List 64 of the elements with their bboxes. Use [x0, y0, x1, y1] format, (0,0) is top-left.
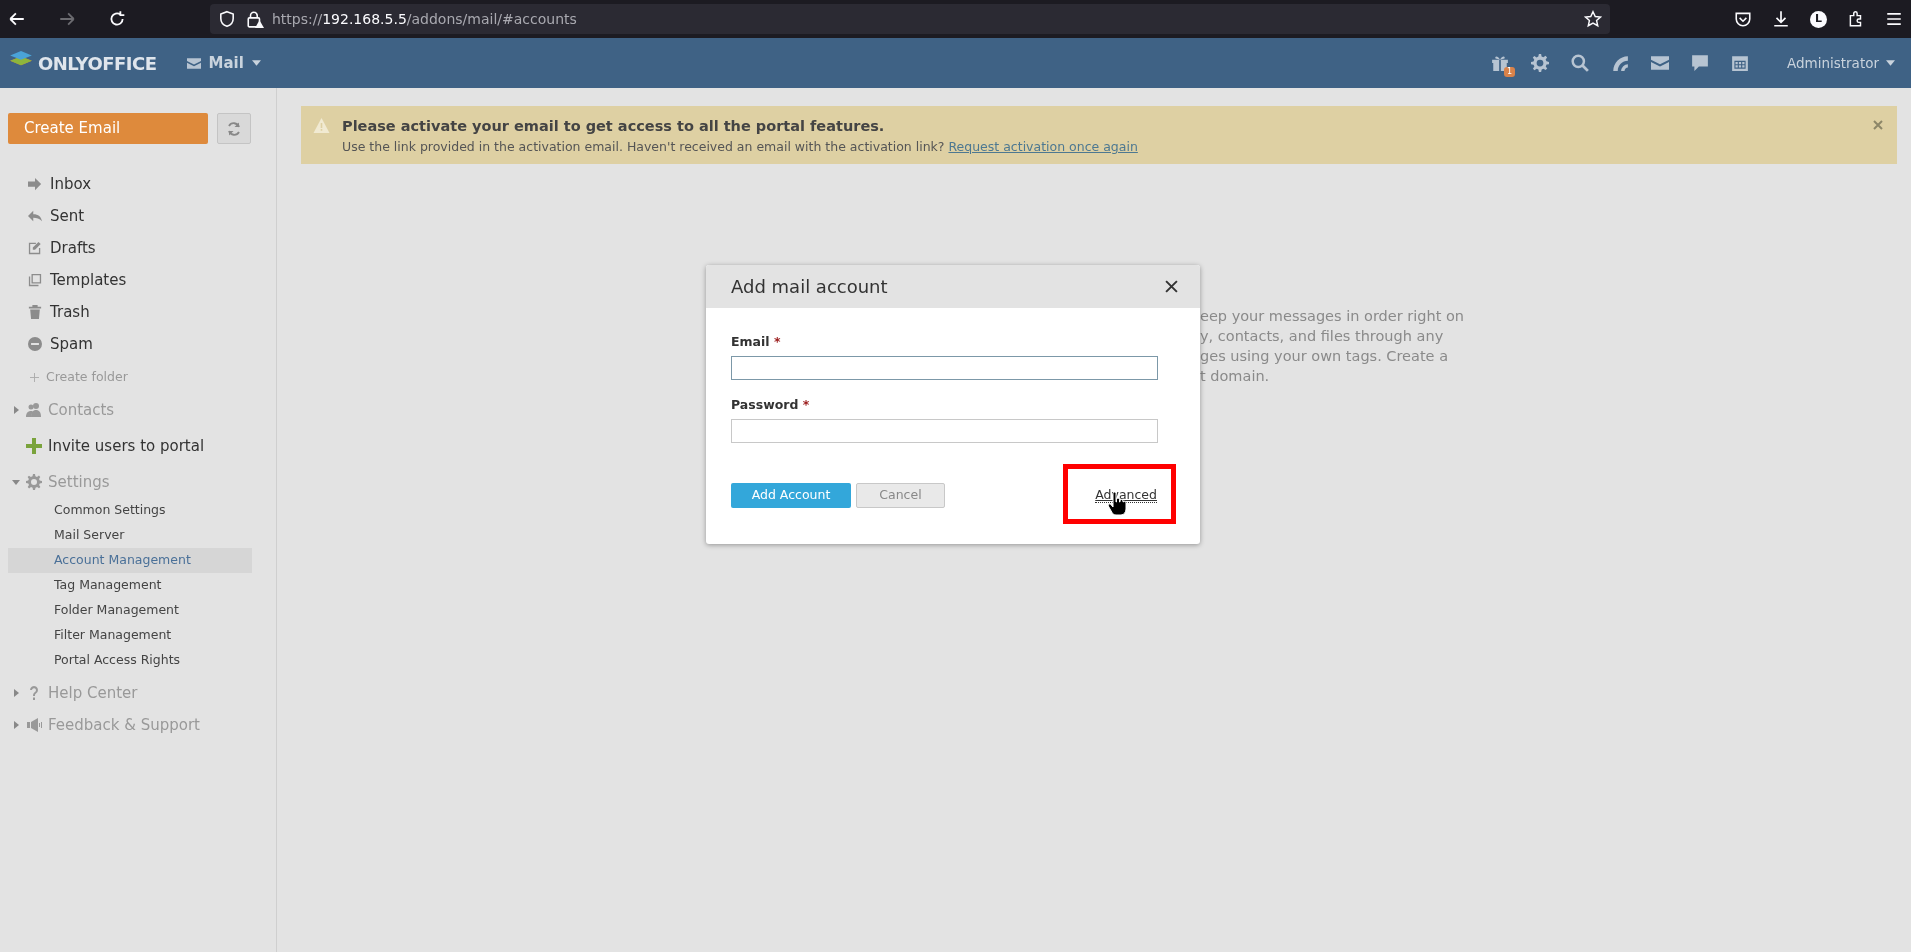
- settings-item[interactable]: Account Management: [8, 548, 252, 573]
- menu-icon[interactable]: [1885, 10, 1903, 28]
- caret-icon: [1886, 60, 1895, 66]
- caret-icon[interactable]: [12, 689, 20, 697]
- reload-icon[interactable]: [108, 10, 126, 28]
- banner-message: Use the link provided in the activation email. Haven't received an email with the activation link? Request activation once again: [342, 137, 1139, 156]
- feed-icon[interactable]: [1610, 54, 1629, 72]
- folder-item[interactable]: Trash: [8, 296, 276, 328]
- shield-icon[interactable]: [218, 10, 236, 28]
- calendar-icon[interactable]: [1730, 54, 1749, 72]
- sidebar-section[interactable]: Invite users to portal: [26, 434, 205, 458]
- megaphone-icon: [26, 717, 42, 733]
- download-icon[interactable]: [1772, 10, 1790, 28]
- folder-item[interactable]: Templates: [8, 264, 276, 296]
- search-icon[interactable]: [1570, 54, 1589, 72]
- module-dropdown[interactable]: Mail: [186, 51, 261, 75]
- settings-item[interactable]: Mail Server: [8, 523, 252, 548]
- url-text[interactable]: https://192.168.5.5/addons/mail/#accounts: [272, 8, 577, 30]
- caret-icon[interactable]: [12, 478, 20, 486]
- banner-title: Please activate your email to get access to all the portal features.: [342, 117, 886, 136]
- bookmark-star-icon[interactable]: [1584, 10, 1602, 28]
- settings-item[interactable]: Folder Management: [8, 598, 252, 623]
- lock-warning-icon[interactable]: [246, 10, 264, 28]
- gift-icon[interactable]: [1490, 54, 1509, 72]
- input-field[interactable]: [731, 355, 1158, 380]
- chat-icon[interactable]: [1690, 54, 1709, 72]
- warning-icon: [313, 118, 330, 133]
- arrow-right-icon: [28, 177, 42, 191]
- caret-icon: [251, 60, 261, 66]
- plus-icon: [30, 372, 39, 382]
- field-label: Password *: [731, 395, 811, 414]
- background-text: eep your messages in order right on y, contacts, and files through any ges using your own tags. Create a t domain.: [1200, 307, 1466, 386]
- refresh-button[interactable]: [217, 113, 251, 144]
- notification-badge: 1: [1503, 67, 1515, 77]
- refresh-icon: [226, 120, 242, 137]
- trash-icon: [28, 305, 42, 319]
- pocket-icon[interactable]: [1734, 10, 1752, 28]
- profile-avatar[interactable]: L: [1810, 10, 1827, 28]
- edit-icon: [28, 241, 42, 255]
- folder-item[interactable]: Spam: [8, 328, 276, 360]
- settings-icon[interactable]: [1530, 54, 1549, 72]
- plus-icon: [26, 438, 42, 454]
- caret-icon[interactable]: [12, 721, 20, 729]
- close-icon[interactable]: [1165, 280, 1178, 293]
- input-field[interactable]: [731, 418, 1158, 443]
- back-icon[interactable]: [8, 10, 26, 28]
- settings-item[interactable]: Filter Management: [8, 623, 252, 648]
- mail-icon: [186, 57, 201, 69]
- caret-icon[interactable]: [12, 406, 20, 414]
- folder-item[interactable]: Drafts: [8, 232, 276, 264]
- folder-item[interactable]: Inbox: [8, 168, 276, 200]
- field-label: Email *: [731, 333, 782, 351]
- settings-item[interactable]: Tag Management: [8, 573, 252, 598]
- settings-item[interactable]: Common Settings: [8, 498, 252, 523]
- copy-icon: [28, 273, 42, 287]
- logo-text[interactable]: ONLYOFFICE: [38, 49, 157, 77]
- settings-icon: [26, 474, 42, 490]
- user-menu[interactable]: Administrator: [1786, 52, 1895, 74]
- reply-icon: [28, 209, 42, 223]
- dialog-title: Add mail account: [731, 275, 888, 299]
- settings-item[interactable]: Portal Access Rights: [8, 648, 252, 673]
- mail-icon[interactable]: [1650, 54, 1669, 72]
- people-icon: [26, 402, 42, 418]
- folder-item[interactable]: Sent: [8, 200, 276, 232]
